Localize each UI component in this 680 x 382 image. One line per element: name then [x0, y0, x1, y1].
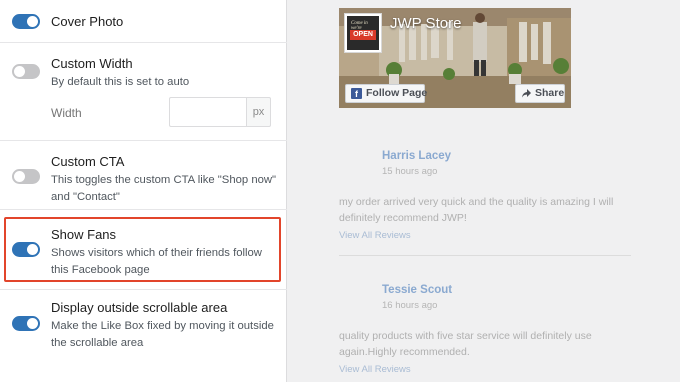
toggle-knob [14, 66, 25, 77]
review-time: 16 hours ago [382, 300, 438, 311]
page-name-link[interactable]: JWP Store [390, 15, 461, 32]
facebook-page-preview: Come in we're OPEN JWP Store f Follow Pa… [339, 8, 571, 108]
toggle-knob [27, 318, 38, 329]
width-unit-label: px [246, 97, 271, 127]
custom-cta-title: Custom CTA [51, 154, 125, 169]
share-label: Share [535, 87, 565, 99]
cover-photo-toggle[interactable] [12, 14, 40, 29]
review-text: quality products with five star service … [339, 330, 592, 358]
review-item: Harris Lacey 15 hours ago my order arriv… [339, 150, 639, 250]
cover-photo-title: Cover Photo [51, 14, 124, 29]
reviewer-name[interactable]: Harris Lacey [382, 150, 451, 162]
toggle-knob [27, 244, 38, 255]
custom-width-toggle[interactable] [12, 64, 40, 79]
follow-page-label: Follow Page [366, 87, 428, 99]
review-time: 15 hours ago [382, 166, 438, 177]
show-fans-toggle[interactable] [12, 242, 40, 257]
reviewer-name[interactable]: Tessie Scout [382, 284, 452, 296]
divider [0, 289, 287, 290]
divider [0, 42, 287, 43]
review-item: Tessie Scout 16 hours ago quality produc… [339, 284, 639, 382]
show-fans-title: Show Fans [51, 227, 117, 242]
outside-scrollable-toggle[interactable] [12, 316, 40, 331]
divider [0, 209, 287, 210]
custom-cta-description: This toggles the custom CTA like "Shop n… [51, 174, 277, 203]
view-all-reviews-link[interactable]: View All Reviews [339, 230, 411, 241]
settings-panel: Cover Photo Custom Width By default this… [0, 0, 287, 382]
open-sign-image: Come in we're OPEN [347, 16, 379, 50]
facebook-icon: f [351, 88, 362, 99]
toggle-knob [14, 171, 25, 182]
review-text: my order arrived very quick and the qual… [339, 196, 614, 224]
view-all-reviews-link[interactable]: View All Reviews [339, 364, 411, 375]
toggle-knob [27, 16, 38, 27]
custom-width-title: Custom Width [51, 56, 133, 71]
custom-cta-toggle[interactable] [12, 169, 40, 184]
follow-page-button[interactable]: f Follow Page [345, 84, 428, 103]
show-fans-description: Shows visitors which of their friends fo… [51, 247, 262, 276]
width-label: Width [51, 106, 82, 120]
divider [0, 140, 287, 141]
review-divider [339, 255, 631, 256]
share-arrow-icon [522, 89, 531, 98]
share-button[interactable]: Share [515, 84, 565, 103]
width-input[interactable] [169, 97, 247, 127]
outside-scrollable-description: Make the Like Box fixed by moving it out… [51, 320, 274, 349]
outside-scrollable-title: Display outside scrollable area [51, 300, 228, 315]
page-profile-picture[interactable]: Come in we're OPEN [344, 13, 382, 53]
custom-width-description: By default this is set to auto [51, 76, 190, 88]
open-sign-text: OPEN [350, 30, 376, 40]
